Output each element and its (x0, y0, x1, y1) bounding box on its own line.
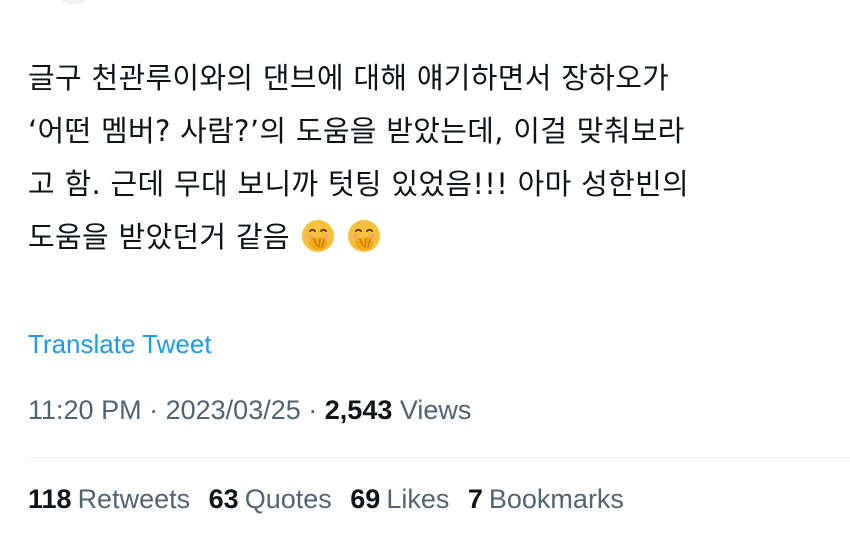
likes-count: 69 (350, 484, 381, 514)
meta-separator: · (149, 395, 159, 425)
views-count[interactable]: 2,543 (325, 395, 393, 425)
tweet-text-line: 도움을 받았던거 같음 (28, 211, 808, 264)
divider (28, 457, 850, 458)
likes-stat[interactable]: 69 Likes (350, 482, 449, 516)
tweet-text-line: ‘어떤 멤버? 사람?’의 도움을 받았는데, 이걸 맞춰보라 (28, 114, 685, 148)
bookmarks-label: Bookmarks (488, 484, 624, 514)
tweet-text-line: 고 함. 근데 무대 보니까 텃팅 있었음!!! 아마 성한빈의 (28, 167, 690, 201)
face-with-hand-over-mouth-icon (300, 218, 336, 254)
tweet-text-line: 글구 천관루이와의 댄브에 대해 얘기하면서 장하오가 (28, 61, 670, 95)
tweet-text: 글구 천관루이와의 댄브에 대해 얘기하면서 장하오가 ‘어떤 멤버? 사람?’… (28, 52, 808, 264)
likes-label: Likes (386, 484, 450, 514)
quotes-label: Quotes (244, 484, 332, 514)
retweets-stat[interactable]: 118 Retweets (28, 482, 190, 516)
tweet-time[interactable]: 11:20 PM (28, 395, 142, 425)
face-with-hand-over-mouth-icon (346, 218, 382, 254)
retweets-label: Retweets (77, 484, 191, 514)
bookmarks-stat[interactable]: 7 Bookmarks (468, 482, 624, 516)
quotes-stat[interactable]: 63 Quotes (209, 482, 332, 516)
tweet-stats: 118 Retweets 63 Quotes 69 Likes 7 Bookmarks (28, 482, 635, 516)
tweet-text-line-content: 도움을 받았던거 같음 (28, 220, 290, 254)
tweet-date[interactable]: 2023/03/25 (166, 395, 301, 425)
bookmarks-count: 7 (467, 484, 483, 514)
views-label[interactable]: Views (400, 395, 472, 425)
retweets-count: 118 (28, 484, 72, 514)
tweet-meta: 11:20 PM · 2023/03/25 · 2,543 Views (28, 393, 471, 427)
avatar-fragment (60, 0, 88, 4)
meta-separator: · (308, 395, 318, 425)
translate-tweet-link[interactable]: Translate Tweet (28, 328, 212, 360)
quotes-count: 63 (208, 484, 239, 514)
